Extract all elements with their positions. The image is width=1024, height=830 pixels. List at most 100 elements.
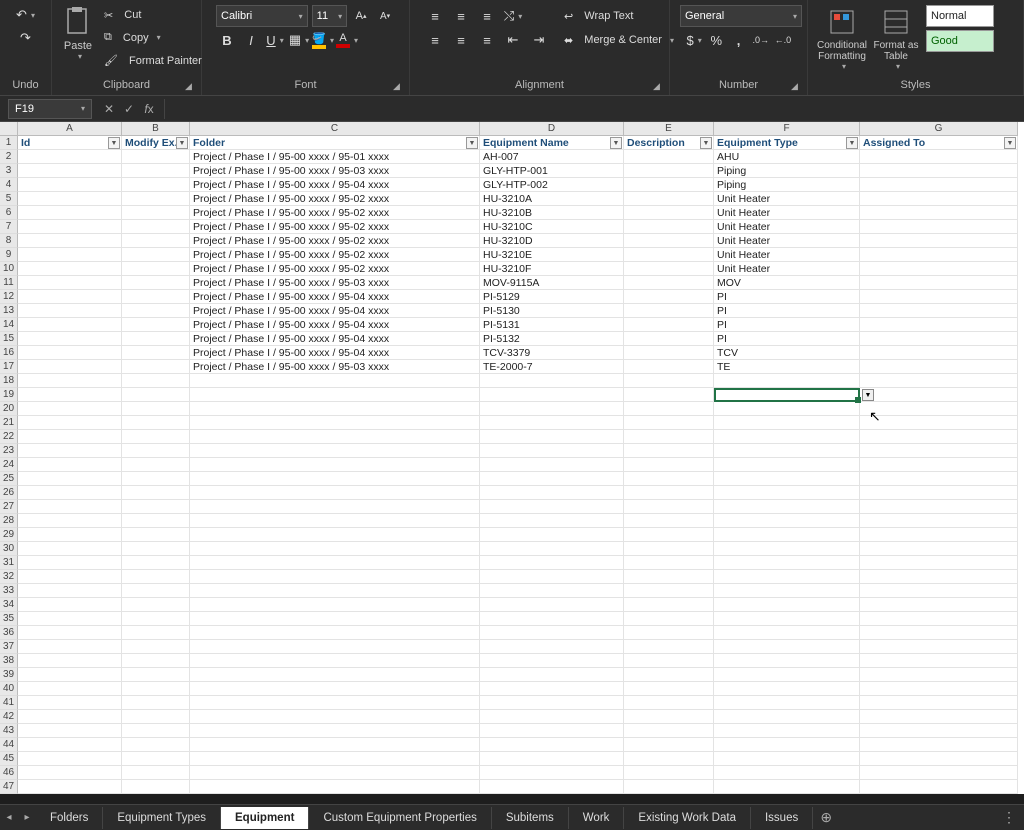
grid-cell[interactable] [18,542,122,556]
row-header[interactable]: 45 [0,752,18,766]
row-header[interactable]: 31 [0,556,18,570]
grid-cell[interactable] [18,332,122,346]
grid-cell[interactable] [18,738,122,752]
grid-cell[interactable] [860,444,1018,458]
grid-cell[interactable] [714,486,860,500]
grid-cell[interactable]: Project / Phase I / 95-00 xxxx / 95-01 x… [190,150,480,164]
grid-cell[interactable] [122,500,190,514]
name-box[interactable]: F19▾ [8,99,92,119]
grid-cell[interactable] [122,332,190,346]
grid-cell[interactable]: PI-5130 [480,304,624,318]
grid-cell[interactable] [122,444,190,458]
grid-cell[interactable] [18,444,122,458]
grid-cell[interactable] [624,444,714,458]
row-header[interactable]: 33 [0,584,18,598]
clipboard-launcher-icon[interactable]: ◢ [185,81,197,93]
worksheet-grid[interactable]: ABCDEFG 12345678910111213141516171819202… [0,122,1024,794]
grid-cell[interactable] [480,682,624,696]
grid-cell[interactable] [860,276,1018,290]
grid-cell[interactable] [122,234,190,248]
grid-cell[interactable] [122,430,190,444]
increase-decimal-button[interactable]: .0→ [751,29,771,51]
col-header-F[interactable]: F [714,122,860,136]
number-format-combo[interactable]: General▾ [680,5,802,27]
grid-cell[interactable]: Unit Heater [714,220,860,234]
grid-cell[interactable] [480,458,624,472]
grid-cell[interactable] [624,388,714,402]
grid-cell[interactable]: Project / Phase I / 95-00 xxxx / 95-03 x… [190,276,480,290]
grid-cell[interactable] [624,262,714,276]
grid-cell[interactable] [860,318,1018,332]
grid-cell[interactable]: PI [714,318,860,332]
grid-cell[interactable] [18,304,122,318]
grid-cell[interactable] [18,178,122,192]
grid-cell[interactable] [714,528,860,542]
grid-cell[interactable] [860,612,1018,626]
grid-cell[interactable] [860,500,1018,514]
row-header[interactable]: 20 [0,402,18,416]
grid-cell[interactable] [122,458,190,472]
row-header[interactable]: 21 [0,416,18,430]
decrease-indent-button[interactable]: ⇤ [502,29,524,51]
align-top-button[interactable]: ≡ [424,5,446,27]
grid-cell[interactable] [714,416,860,430]
grid-cell[interactable] [860,346,1018,360]
grid-cell[interactable] [122,668,190,682]
font-name-combo[interactable]: Calibri▾ [216,5,308,27]
grid-cell[interactable] [624,668,714,682]
grid-cell[interactable] [480,416,624,430]
grid-cell[interactable] [122,528,190,542]
grid-cell[interactable] [122,150,190,164]
grid-cell[interactable] [122,542,190,556]
grid-cell[interactable] [860,682,1018,696]
row-header[interactable]: 14 [0,318,18,332]
grid-cell[interactable] [624,654,714,668]
align-right-button[interactable]: ≡ [476,29,498,51]
grid-cell[interactable] [190,710,480,724]
grid-cell[interactable] [624,528,714,542]
row-header[interactable]: 19 [0,388,18,402]
grid-cell[interactable] [122,262,190,276]
sheet-tab[interactable]: Existing Work Data [624,807,751,829]
grid-cell[interactable] [860,430,1018,444]
row-header[interactable]: 24 [0,458,18,472]
grid-cell[interactable] [624,472,714,486]
grid-cell[interactable] [714,696,860,710]
enter-formula-icon[interactable]: ✓ [120,102,138,116]
table-header-cell[interactable]: Equipment Type▼ [714,136,860,150]
grid-cell[interactable]: AH-007 [480,150,624,164]
grid-cell[interactable] [18,276,122,290]
grid-cell[interactable] [190,668,480,682]
grid-cell[interactable] [18,640,122,654]
grid-cell[interactable]: Unit Heater [714,234,860,248]
col-header-E[interactable]: E [624,122,714,136]
grid-cell[interactable] [860,738,1018,752]
paste-button[interactable]: Paste▾ [62,4,94,61]
decrease-font-button[interactable]: A▾ [375,5,395,27]
grid-cell[interactable]: Unit Heater [714,192,860,206]
grid-cell[interactable] [480,542,624,556]
grid-cell[interactable] [624,542,714,556]
grid-cell[interactable] [624,570,714,584]
table-header-cell[interactable]: Assigned To▼ [860,136,1018,150]
grid-cell[interactable] [714,500,860,514]
grid-cell[interactable] [18,570,122,584]
row-header[interactable]: 16 [0,346,18,360]
row-header[interactable]: 23 [0,444,18,458]
align-center-button[interactable]: ≡ [450,29,472,51]
grid-cell[interactable] [122,402,190,416]
grid-cell[interactable] [122,654,190,668]
grid-cell[interactable] [624,206,714,220]
grid-cell[interactable] [860,570,1018,584]
sheet-tab[interactable]: Custom Equipment Properties [309,807,491,829]
grid-cell[interactable] [860,220,1018,234]
sheet-tab[interactable]: Work [569,807,625,829]
grid-cell[interactable]: Project / Phase I / 95-00 xxxx / 95-02 x… [190,220,480,234]
grid-cell[interactable] [860,416,1018,430]
grid-cell[interactable]: HU-3210F [480,262,624,276]
grid-cell[interactable] [714,556,860,570]
row-header[interactable]: 38 [0,654,18,668]
table-header-cell[interactable]: Folder▼ [190,136,480,150]
cell-style-good[interactable]: Good [926,30,994,52]
grid-cell[interactable] [122,640,190,654]
